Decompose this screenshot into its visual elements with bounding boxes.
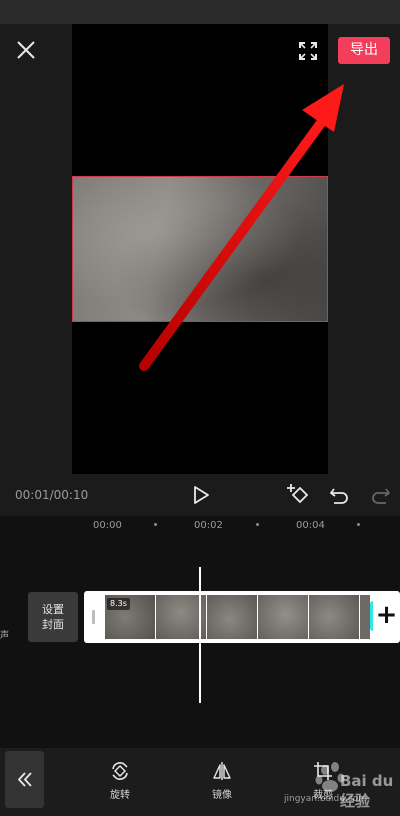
undo-button[interactable] — [328, 484, 350, 506]
export-button[interactable]: 导出 — [338, 37, 390, 64]
set-cover-label-line2: 封面 — [42, 618, 64, 631]
tool-label: 旋转 — [110, 790, 130, 801]
tool-rotate[interactable]: 旋转 — [95, 760, 145, 801]
ruler-tick — [154, 523, 157, 526]
double-chevron-left-icon — [17, 772, 32, 787]
close-button[interactable] — [14, 38, 38, 62]
add-clip-button[interactable]: + — [370, 601, 400, 631]
clip-thumbnail — [360, 595, 370, 639]
keyframe-icon — [287, 484, 309, 504]
annotation-arrow — [139, 84, 344, 371]
clip-thumbnail — [207, 595, 257, 639]
trim-handle[interactable] — [92, 610, 95, 624]
collapse-button[interactable] — [5, 751, 44, 808]
fullscreen-button[interactable] — [297, 40, 319, 62]
play-icon — [194, 486, 209, 504]
tool-mirror[interactable]: 镜像 — [197, 760, 247, 801]
rotate-icon — [112, 762, 128, 780]
fullscreen-icon — [299, 42, 317, 60]
audio-track-label: 声 — [0, 631, 10, 641]
keyframe-button[interactable] — [285, 482, 311, 508]
ruler-label: 00:02 — [194, 520, 223, 531]
time-display: 00:01/00:10 — [15, 488, 89, 502]
close-icon — [17, 41, 35, 59]
ruler-tick — [256, 523, 259, 526]
watermark-url: jingyan.baidu.com — [284, 794, 368, 804]
ruler-label: 00:04 — [296, 520, 325, 531]
redo-button[interactable] — [370, 484, 392, 506]
set-cover-button[interactable]: 设置 封面 — [28, 592, 78, 642]
clip-duration-badge: 8.3s — [107, 598, 130, 610]
clip-thumbnail — [258, 595, 308, 639]
play-button[interactable] — [190, 484, 212, 506]
status-bar — [0, 0, 400, 24]
tool-label: 镜像 — [212, 790, 232, 801]
undo-icon — [330, 488, 348, 504]
set-cover-label-line1: 设置 — [42, 603, 64, 616]
watermark-brand: Bai du 经验 — [340, 772, 394, 810]
playhead[interactable] — [199, 567, 201, 703]
redo-icon — [372, 488, 390, 504]
mirror-icon — [213, 762, 231, 780]
ruler-tick — [357, 523, 360, 526]
clip-thumbnail — [309, 595, 359, 639]
ruler-label: 00:00 — [93, 520, 122, 531]
